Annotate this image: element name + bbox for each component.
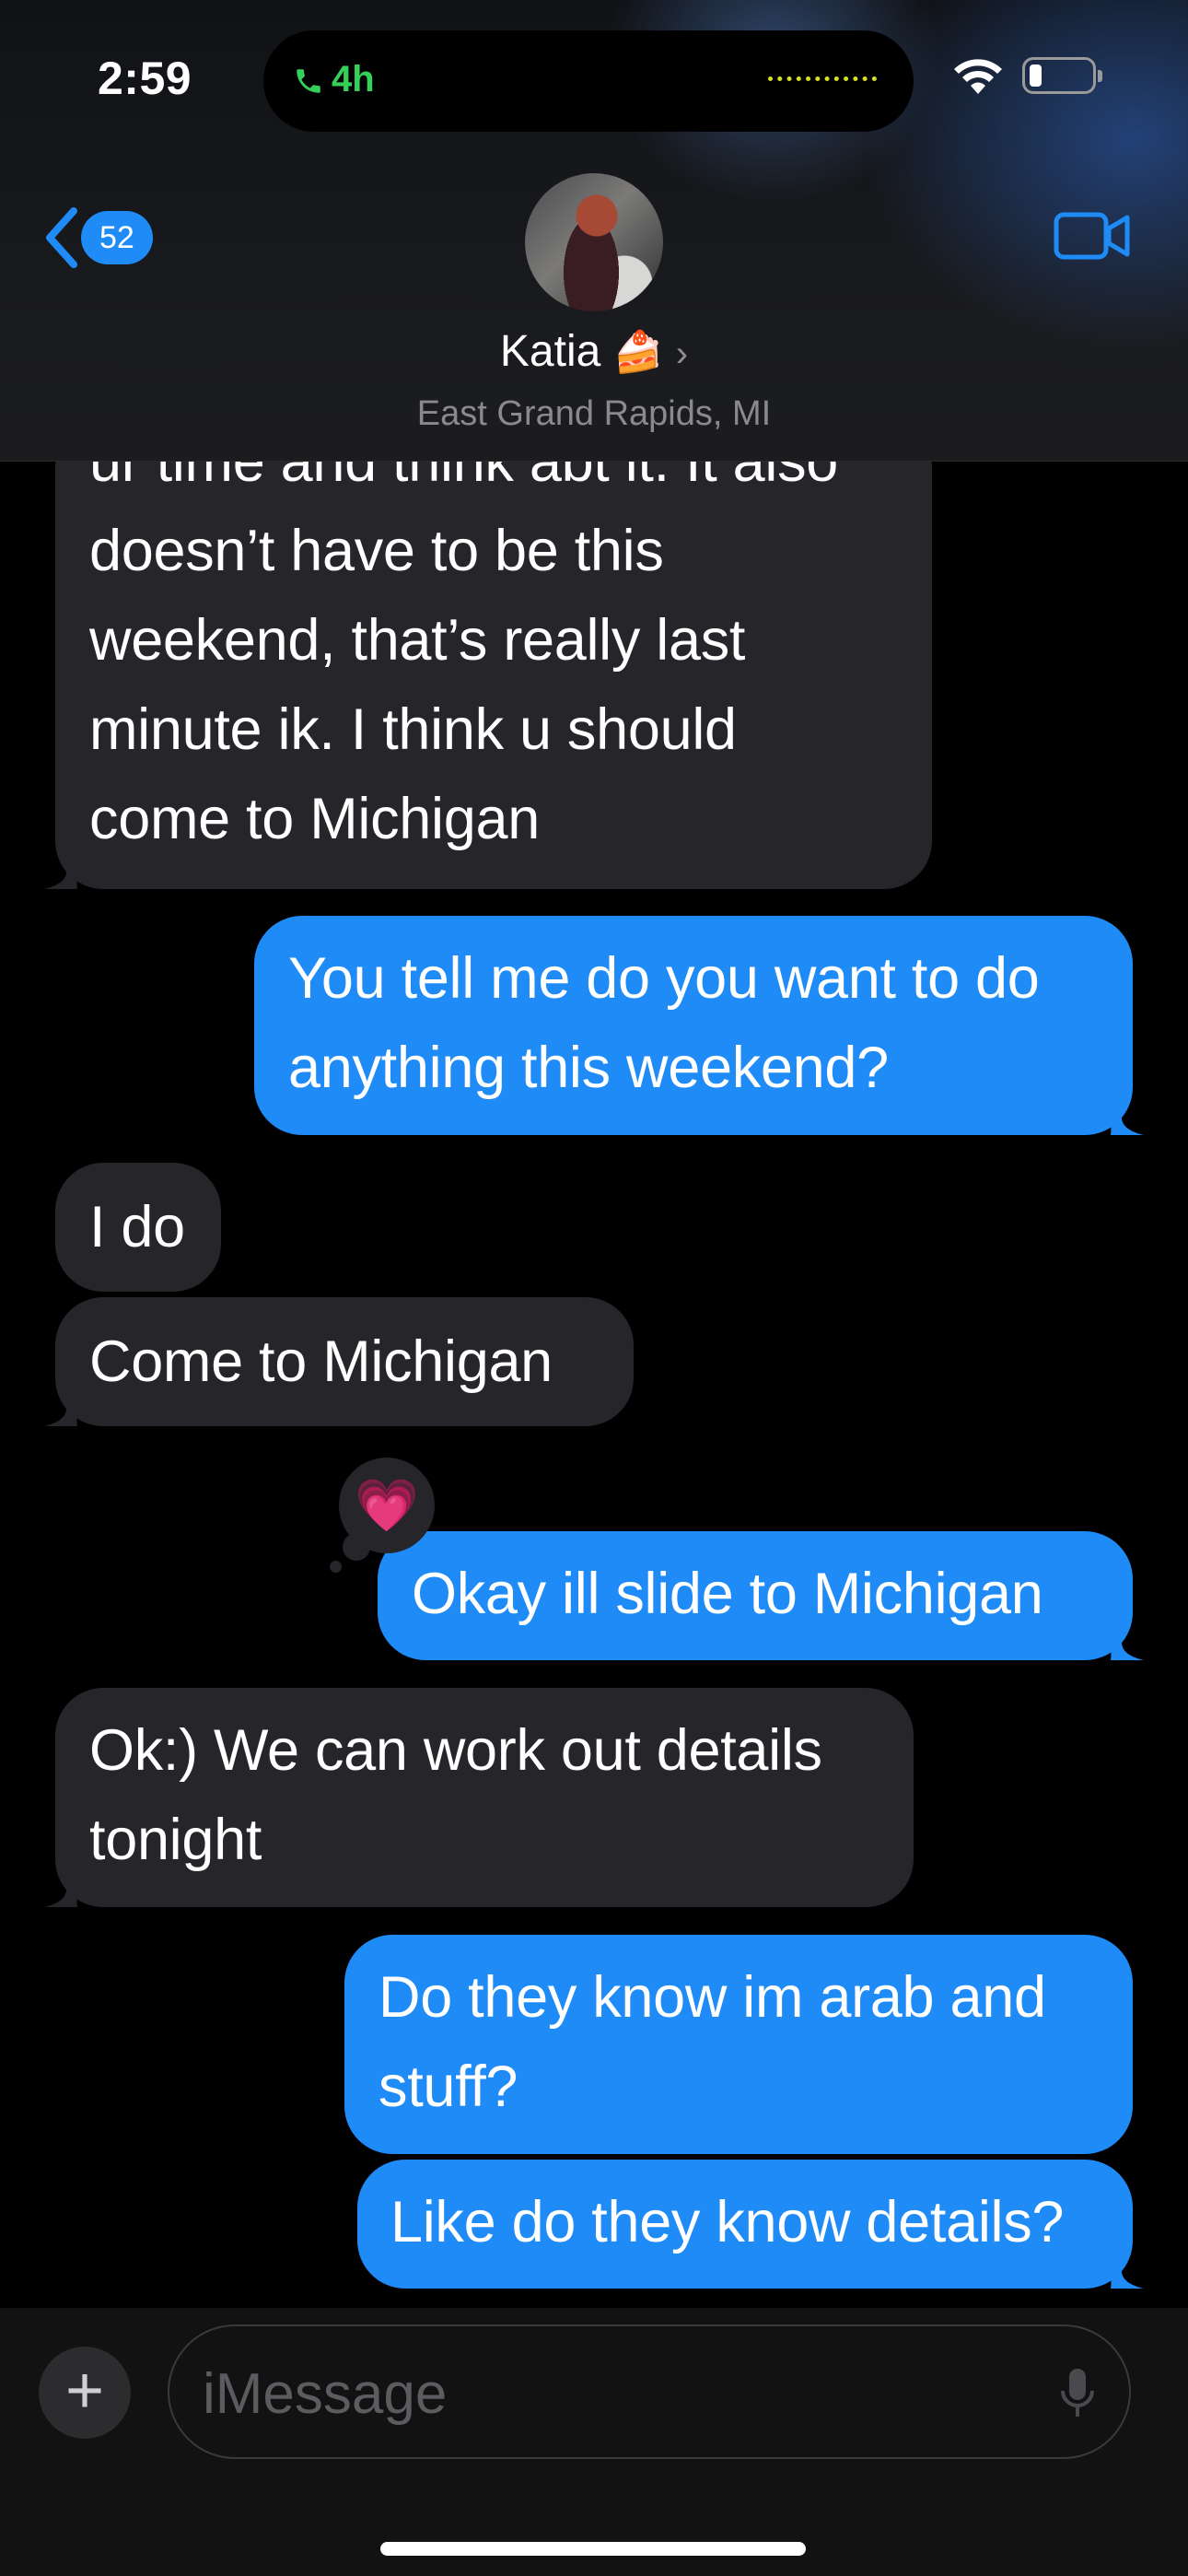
bubble-tail — [44, 1867, 81, 1907]
plus-button[interactable]: + — [39, 2347, 131, 2439]
contact-name: Katia — [499, 327, 601, 376]
chevron-left-icon — [46, 207, 77, 268]
message-line: I do — [89, 1195, 185, 1259]
call-indicator[interactable]: 4h — [293, 59, 375, 100]
message-bubble-outgoing[interactable]: Okay ill slide to Michigan — [378, 1531, 1144, 1660]
contact-name-row[interactable]: Katia 🍰 › — [0, 326, 1188, 377]
message-line: tonight — [89, 1808, 262, 1872]
battery-nub — [1098, 70, 1102, 82]
message-line: Like do they know details? — [390, 2190, 1065, 2254]
battery-level — [1030, 64, 1042, 87]
message-line: come to Michigan — [89, 787, 540, 851]
message-bubble-incoming[interactable]: ur time and think abt it. It also doesn’… — [44, 419, 932, 889]
tapback-bubble-dot — [330, 1561, 342, 1573]
video-camera-icon[interactable] — [1054, 210, 1131, 262]
imessage-input[interactable]: iMessage — [168, 2324, 1131, 2459]
message-bubble-outgoing[interactable]: You tell me do you want to do anything t… — [254, 916, 1144, 1135]
heart-reaction[interactable]: 💗 — [339, 1458, 435, 1553]
microphone-icon[interactable] — [1059, 2367, 1096, 2422]
cake-emoji: 🍰 — [612, 330, 664, 375]
battery-icon — [1022, 57, 1102, 94]
bubble-tail — [1107, 1095, 1144, 1135]
contact-location: East Grand Rapids, MI — [416, 394, 772, 433]
bubble-tail — [1107, 2248, 1144, 2289]
chevron-right-icon: › — [675, 334, 689, 374]
message-line: stuff? — [379, 2055, 518, 2119]
message-line: Do they know im arab and — [379, 1965, 1046, 2030]
message-line: You tell me do you want to do — [288, 946, 1040, 1011]
bubble-tail — [44, 1386, 81, 1426]
input-placeholder: iMessage — [203, 2362, 448, 2426]
message-line: Come to Michigan — [89, 1329, 553, 1394]
home-indicator[interactable] — [380, 2542, 806, 2556]
heart-icon: 💗 — [355, 1476, 419, 1534]
call-duration: 4h — [332, 59, 375, 100]
status-time: 2:59 — [98, 53, 192, 104]
message-line: minute ik. I think u should — [89, 697, 737, 762]
unread-count-badge: 52 — [81, 211, 153, 264]
message-bubble-incoming[interactable]: Ok:) We can work out details tonight — [44, 1688, 914, 1907]
message-bubble-outgoing[interactable]: Do they know im arab and stuff? — [344, 1935, 1133, 2154]
message-line: anything this weekend? — [288, 1036, 889, 1100]
message-bubble-outgoing[interactable]: Like do they know details? — [357, 2160, 1144, 2289]
audio-waveform — [768, 76, 877, 81]
bubble-tail — [44, 849, 81, 889]
message-line: Okay ill slide to Michigan — [412, 1562, 1043, 1626]
dynamic-island[interactable]: 4h — [263, 30, 914, 132]
wifi-icon — [954, 59, 1002, 94]
message-line: weekend, that’s really last — [89, 608, 746, 673]
phone-icon — [297, 69, 320, 93]
message-line: doesn’t have to be this — [89, 519, 664, 583]
message-line: Ok:) We can work out details — [89, 1718, 822, 1783]
conversation-header: 2:59 4h 52 Katia 🍰 › East Grand Rapids, … — [0, 0, 1188, 462]
message-bubble-incoming[interactable]: I do — [55, 1163, 221, 1292]
contact-avatar[interactable] — [525, 173, 663, 311]
message-bubble-incoming[interactable]: Come to Michigan — [44, 1297, 634, 1426]
back-button[interactable]: 52 — [42, 205, 153, 270]
bubble-tail — [1107, 1620, 1144, 1660]
